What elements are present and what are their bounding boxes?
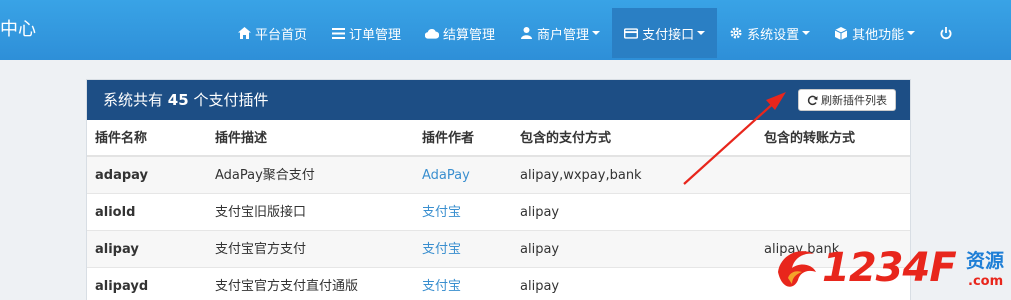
plugin-desc: 支付宝官方支付 <box>215 242 307 257</box>
chevron-down-icon <box>592 31 601 35</box>
title-prefix: 系统共有 <box>103 91 164 109</box>
home-icon <box>237 26 251 40</box>
nav-label: 订单管理 <box>349 27 402 43</box>
refresh-plugins-button[interactable]: 刷新插件列表 <box>798 89 896 111</box>
table-row: adapay AdaPay聚合支付 AdaPay alipay,wxpay,ba… <box>87 157 910 194</box>
nav-item-settlement[interactable]: 结算管理 <box>413 8 507 58</box>
top-navbar: 中心 平台首页 订单管理 结算管理 商户管理 支付接口 系统设置 其他功能 <box>0 0 1011 60</box>
refresh-icon <box>807 95 818 106</box>
nav-item-orders[interactable]: 订单管理 <box>319 8 413 58</box>
nav-label: 系统设置 <box>747 27 800 43</box>
watermark: 1234F 资源 .com <box>770 240 1011 300</box>
brand-title[interactable]: 中心 <box>0 18 36 42</box>
plugin-name: adapay <box>95 168 149 183</box>
plugin-desc: AdaPay聚合支付 <box>215 168 315 183</box>
refresh-label: 刷新插件列表 <box>821 94 887 107</box>
nav-item-system-settings[interactable]: 系统设置 <box>717 8 822 58</box>
plugin-author-link[interactable]: 支付宝 <box>422 241 461 258</box>
plugin-desc: 支付宝旧版接口 <box>215 205 307 220</box>
plugin-name: alipayd <box>95 279 149 294</box>
nav-label: 其他功能 <box>852 27 905 43</box>
chevron-down-icon <box>907 31 916 35</box>
table-header: 插件名称 插件描述 插件作者 包含的支付方式 包含的转账方式 <box>87 120 910 157</box>
col-header-transfer-methods: 包含的转账方式 <box>764 131 856 146</box>
power-icon <box>939 26 953 40</box>
cube-icon <box>834 26 848 40</box>
col-header-pay-methods: 包含的支付方式 <box>520 131 612 146</box>
nav-item-merchants[interactable]: 商户管理 <box>507 8 612 58</box>
gear-icon <box>729 26 743 40</box>
user-icon <box>519 26 533 40</box>
chevron-down-icon <box>697 31 706 35</box>
plugin-count: 45 <box>167 91 189 109</box>
panel-title: 系统共有 45 个支付插件 <box>103 90 268 110</box>
nav-item-home[interactable]: 平台首页 <box>225 8 319 58</box>
plugin-pay-methods: alipay <box>520 242 560 257</box>
col-header-author: 插件作者 <box>422 131 475 146</box>
plugin-name: aliold <box>95 205 136 220</box>
logout-button[interactable] <box>927 8 963 58</box>
col-header-desc: 插件描述 <box>215 131 268 146</box>
chevron-down-icon <box>802 31 811 35</box>
watermark-logo <box>778 251 816 287</box>
plugin-pay-methods: alipay,wxpay,bank <box>520 168 642 183</box>
cloud-icon <box>425 26 440 40</box>
nav-label: 商户管理 <box>537 27 590 43</box>
nav-label: 平台首页 <box>255 27 308 43</box>
nav-item-other[interactable]: 其他功能 <box>822 8 927 58</box>
plugin-author-link[interactable]: 支付宝 <box>422 278 461 295</box>
col-header-name: 插件名称 <box>95 131 148 146</box>
watermark-suffix: .com <box>968 274 1004 289</box>
title-suffix: 个支付插件 <box>193 91 269 109</box>
panel-header: 系统共有 45 个支付插件 刷新插件列表 <box>87 80 910 120</box>
nav-item-payment[interactable]: 支付接口 <box>612 8 718 58</box>
list-icon <box>331 26 345 40</box>
credit-card-icon <box>624 26 639 40</box>
plugin-name: alipay <box>95 242 139 257</box>
watermark-text: 1234F <box>822 245 957 291</box>
plugin-pay-methods: alipay <box>520 205 560 220</box>
watermark-zh: 资源 <box>966 250 1005 272</box>
nav-label: 支付接口 <box>642 27 695 43</box>
plugin-desc: 支付宝官方支付直付通版 <box>215 279 359 294</box>
main-nav: 平台首页 订单管理 结算管理 商户管理 支付接口 系统设置 其他功能 <box>225 8 963 58</box>
plugin-pay-methods: alipay <box>520 279 560 294</box>
nav-label: 结算管理 <box>443 27 496 43</box>
table-row: aliold 支付宝旧版接口 支付宝 alipay <box>87 194 910 231</box>
plugin-author-link[interactable]: AdaPay <box>422 167 470 184</box>
plugin-author-link[interactable]: 支付宝 <box>422 204 461 221</box>
